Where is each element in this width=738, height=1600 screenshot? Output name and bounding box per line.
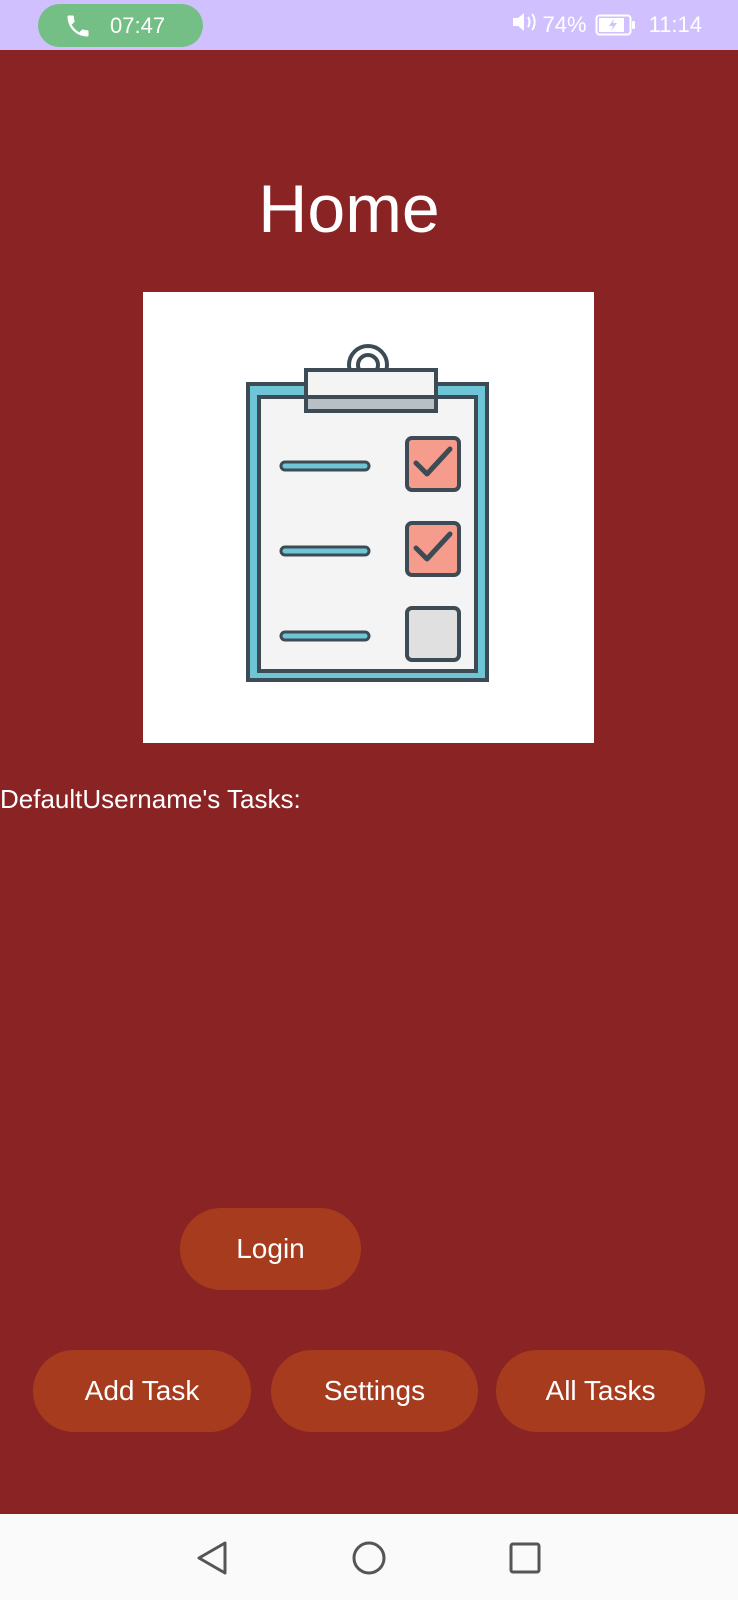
back-icon[interactable] <box>192 1538 232 1578</box>
hero-image <box>143 292 594 743</box>
phone-icon <box>64 12 92 40</box>
all-tasks-button[interactable]: All Tasks <box>496 1350 705 1432</box>
volume-icon <box>511 11 539 39</box>
status-indicators: 74% 11:14 <box>511 0 702 50</box>
ongoing-call-pill[interactable]: 07:47 <box>38 4 203 47</box>
clock: 11:14 <box>648 12 702 37</box>
home-icon[interactable] <box>349 1538 389 1578</box>
battery-charging-icon <box>595 13 637 37</box>
app-content: Home DefaultUsername's Tasks: Login Add … <box>0 50 738 1514</box>
recents-icon[interactable] <box>505 1538 545 1578</box>
clipboard-checklist-icon <box>246 344 489 682</box>
battery-percent: 74% <box>542 12 587 37</box>
status-bar: 07:47 74% 11:14 <box>0 0 738 50</box>
settings-button[interactable]: Settings <box>271 1350 478 1432</box>
tasks-heading: DefaultUsername's Tasks: <box>0 784 301 814</box>
call-duration: 07:47 <box>110 12 166 38</box>
add-task-button[interactable]: Add Task <box>33 1350 251 1432</box>
system-nav-bar <box>0 1514 738 1600</box>
login-button[interactable]: Login <box>180 1208 361 1290</box>
page-title: Home <box>258 171 440 247</box>
